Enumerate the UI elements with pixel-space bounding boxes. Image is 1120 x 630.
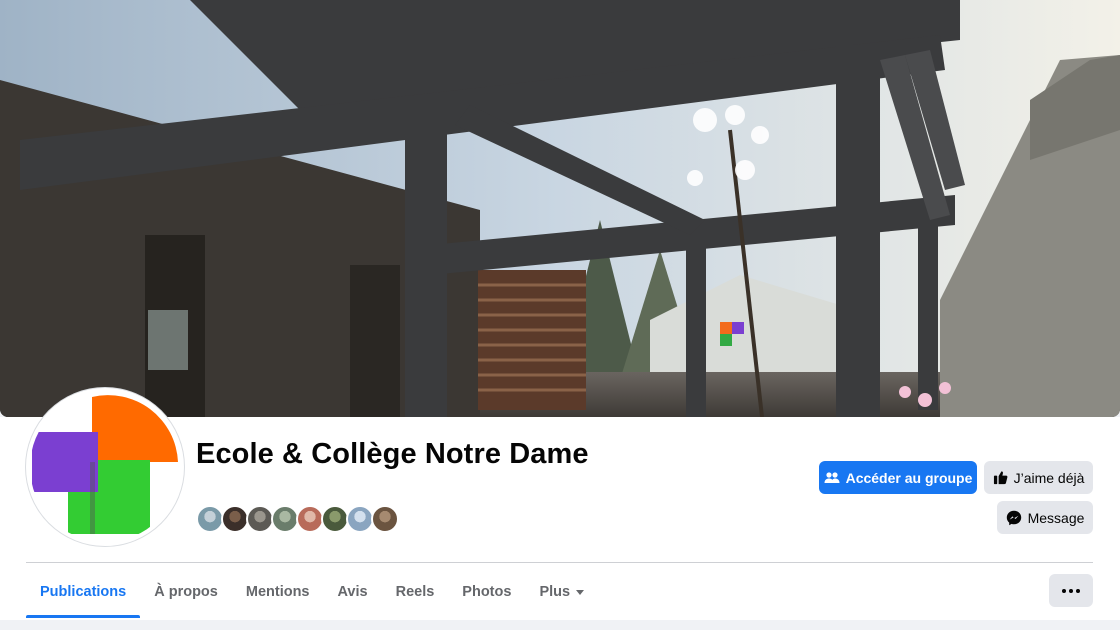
tab-label: Plus bbox=[539, 584, 571, 600]
tab-label: Avis bbox=[337, 584, 368, 600]
profile-avatar[interactable] bbox=[26, 388, 184, 546]
cover-photo-image bbox=[0, 0, 1120, 417]
follower-avatar[interactable] bbox=[321, 505, 349, 533]
like-page-label: J’aime déjà bbox=[1013, 469, 1085, 486]
tab-mentions[interactable]: Mentions bbox=[232, 566, 324, 618]
tab-label: À propos bbox=[154, 584, 218, 600]
messenger-icon bbox=[1006, 510, 1021, 525]
follower-avatar[interactable] bbox=[271, 505, 299, 533]
like-page-button[interactable]: J’aime déjà bbox=[984, 461, 1093, 494]
ellipsis-icon bbox=[1062, 588, 1066, 593]
follower-avatar[interactable] bbox=[346, 505, 374, 533]
follower-avatar[interactable] bbox=[246, 505, 274, 533]
join-group-label: Accéder au groupe bbox=[845, 469, 973, 486]
followers-avatars[interactable] bbox=[196, 505, 399, 535]
tab-reviews[interactable]: Avis bbox=[324, 566, 382, 618]
logo-purple-shape bbox=[32, 432, 98, 492]
cover-photo[interactable] bbox=[0, 0, 1120, 417]
group-icon bbox=[824, 471, 840, 483]
profile-tabs: Publications À propos Mentions Avis Reel… bbox=[26, 566, 598, 618]
ellipsis-icon bbox=[1076, 588, 1080, 593]
message-label: Message bbox=[1027, 509, 1085, 526]
tab-reels[interactable]: Reels bbox=[382, 566, 449, 618]
caret-down-icon bbox=[576, 589, 585, 595]
tab-label: Mentions bbox=[245, 584, 310, 600]
tab-photos[interactable]: Photos bbox=[448, 566, 525, 618]
tab-label: Reels bbox=[395, 584, 435, 600]
tab-publications[interactable]: Publications bbox=[26, 566, 141, 618]
thumbs-up-icon bbox=[993, 471, 1007, 485]
page-background-strip bbox=[0, 620, 1120, 630]
follower-avatar[interactable] bbox=[371, 505, 399, 533]
school-logo-icon bbox=[30, 392, 180, 542]
page-title: Ecole & Collège Notre Dame bbox=[196, 438, 589, 470]
follower-avatar[interactable] bbox=[196, 505, 224, 533]
header-divider bbox=[26, 562, 1093, 563]
ellipsis-icon bbox=[1069, 588, 1073, 593]
follower-avatar[interactable] bbox=[221, 505, 249, 533]
follower-avatar[interactable] bbox=[296, 505, 324, 533]
tab-more[interactable]: Plus bbox=[525, 566, 598, 618]
more-options-button[interactable] bbox=[1049, 574, 1093, 607]
tab-label: Photos bbox=[462, 584, 512, 600]
message-button[interactable]: Message bbox=[997, 501, 1093, 534]
join-group-button[interactable]: Accéder au groupe bbox=[819, 461, 977, 494]
tab-label: Publications bbox=[40, 584, 127, 600]
tab-about[interactable]: À propos bbox=[140, 566, 232, 618]
